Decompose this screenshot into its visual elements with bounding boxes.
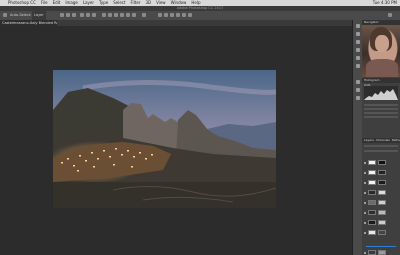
histogram-graph <box>364 86 398 100</box>
3d-slide-icon[interactable] <box>182 13 186 17</box>
layer-mask-thumbnail[interactable] <box>368 210 376 215</box>
3d-rotate-icon[interactable] <box>164 13 168 17</box>
layer-thumbnail[interactable] <box>378 210 386 215</box>
align-left-icon[interactable] <box>80 13 84 17</box>
layer-mask-thumbnail[interactable] <box>368 200 376 205</box>
align-top-icon[interactable] <box>60 13 64 17</box>
person-face <box>375 35 389 52</box>
align-bottom-icon[interactable] <box>72 13 76 17</box>
3d-roll-icon[interactable] <box>170 13 174 17</box>
visibility-eye-icon[interactable] <box>364 252 366 254</box>
visibility-eye-icon[interactable] <box>364 202 366 204</box>
visibility-eye-icon[interactable] <box>364 232 366 234</box>
histogram-stats-row <box>364 112 398 114</box>
paths-tab[interactable]: Paths <box>392 138 400 143</box>
auto-align-icon[interactable] <box>142 13 146 17</box>
paths-panel-icon[interactable] <box>356 96 360 100</box>
3d-mode-icon[interactable] <box>158 13 162 17</box>
photo-image <box>53 70 276 208</box>
move-tool-icon[interactable] <box>3 13 7 17</box>
channels-panel-icon[interactable] <box>356 88 360 92</box>
3d-scale-icon[interactable] <box>188 13 192 17</box>
align-middle-icon[interactable] <box>66 13 70 17</box>
visibility-eye-icon[interactable] <box>364 222 366 224</box>
layer-filter-row[interactable] <box>364 145 398 147</box>
histogram-stats-row <box>364 116 398 118</box>
3d-pan-icon[interactable] <box>176 13 180 17</box>
workspace-icon[interactable] <box>388 13 392 17</box>
visibility-eye-icon[interactable] <box>364 212 366 214</box>
layer-mask-thumbnail[interactable] <box>368 250 376 255</box>
webcam-overlay <box>362 25 400 77</box>
right-panels: Navigator Histogram RGB Layers Channels … <box>362 20 400 255</box>
layer-thumbnail[interactable] <box>378 180 386 185</box>
channels-tab[interactable]: Channels <box>376 138 390 143</box>
layer-mask-thumbnail[interactable] <box>368 230 376 235</box>
layers-tabs: Layers Channels Paths <box>362 138 400 143</box>
navigator-panel-icon[interactable] <box>356 24 360 28</box>
layer-blend-row[interactable] <box>364 150 398 152</box>
align-center-icon[interactable] <box>86 13 90 17</box>
layer-mask-thumbnail[interactable] <box>368 170 376 175</box>
layer-thumbnail[interactable] <box>378 250 386 255</box>
person-shirt <box>366 59 398 77</box>
auto-select-dropdown[interactable]: Layer <box>32 11 46 20</box>
auto-select-label: Auto-Select: <box>10 13 32 17</box>
layers-panel-icon[interactable] <box>356 80 360 84</box>
layer-mask-thumbnail[interactable] <box>368 160 376 165</box>
visibility-eye-icon[interactable] <box>364 182 366 184</box>
histogram-stats-row <box>364 108 398 110</box>
properties-panel-icon[interactable] <box>356 40 360 44</box>
layer-thumbnail[interactable] <box>378 190 386 195</box>
brush-panel-icon[interactable] <box>356 64 360 68</box>
layer-thumbnail[interactable] <box>378 160 386 165</box>
distribute-middle-icon[interactable] <box>108 13 112 17</box>
adjustments-panel-icon[interactable] <box>356 48 360 52</box>
layer-mask-thumbnail[interactable] <box>368 180 376 185</box>
layer-mask-thumbnail[interactable] <box>368 220 376 225</box>
distribute-center-icon[interactable] <box>126 13 130 17</box>
histogram-stats-row <box>364 104 398 106</box>
distribute-bottom-icon[interactable] <box>114 13 118 17</box>
layers-tab[interactable]: Layers <box>364 138 374 143</box>
visibility-eye-icon[interactable] <box>364 162 366 164</box>
distribute-right-icon[interactable] <box>132 13 136 17</box>
layer-selection-indicator <box>366 246 396 247</box>
visibility-eye-icon[interactable] <box>364 172 366 174</box>
histogram-curve <box>364 89 398 100</box>
distribute-top-icon[interactable] <box>102 13 106 17</box>
histogram-panel-icon[interactable] <box>356 32 360 36</box>
layer-thumbnail[interactable] <box>378 200 386 205</box>
swatches-panel-icon[interactable] <box>356 56 360 60</box>
layer-thumbnail[interactable] <box>378 220 386 225</box>
align-right-icon[interactable] <box>92 13 96 17</box>
layer-thumbnail[interactable] <box>378 170 386 175</box>
layer-thumbnail[interactable] <box>378 230 386 235</box>
visibility-eye-icon[interactable] <box>364 192 366 194</box>
layer-mask-thumbnail[interactable] <box>368 190 376 195</box>
distribute-left-icon[interactable] <box>120 13 124 17</box>
